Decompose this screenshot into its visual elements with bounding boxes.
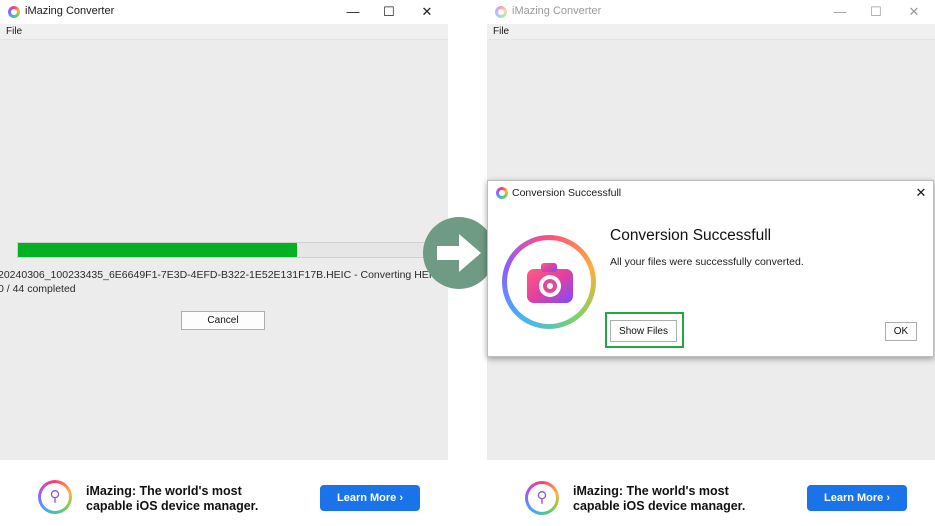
dialog-message: All your files were successfully convert… — [610, 256, 804, 268]
dialog-titlebar: Conversion Successfull ✕ — [488, 181, 933, 205]
learn-more-button[interactable]: Learn More › — [807, 485, 907, 511]
arrow-right-icon-glyph — [437, 234, 481, 272]
window-title: iMazing Converter — [512, 5, 602, 17]
learn-more-button[interactable]: Learn More › — [320, 485, 420, 511]
minimize-button[interactable]: — — [341, 3, 365, 21]
arrow-right-icon — [423, 217, 495, 289]
left-converter-window: iMazing Converter — ☐ ✕ File 20240306_10… — [0, 0, 448, 526]
cancel-button[interactable]: Cancel — [181, 311, 265, 330]
ad-line-1: iMazing: The world's most — [573, 484, 729, 498]
titlebar: iMazing Converter — ☐ ✕ — [0, 0, 448, 24]
ad-banner: ⚲ iMazing: The world's most capable iOS … — [487, 460, 935, 526]
close-button[interactable]: ✕ — [902, 3, 926, 21]
window-title: iMazing Converter — [25, 5, 115, 17]
imazing-logo: ⚲ — [525, 481, 559, 515]
ok-button[interactable]: OK — [885, 322, 917, 341]
progress-fill — [18, 243, 298, 257]
current-file-status: 20240306_100233435_6E6649F1-7E3D-4EFD-B3… — [0, 269, 440, 281]
ad-tagline: iMazing: The world's most capable iOS de… — [573, 484, 745, 514]
ad-tagline: iMazing: The world's most capable iOS de… — [86, 484, 258, 514]
camera-icon — [527, 263, 573, 303]
menu-file[interactable]: File — [493, 26, 509, 37]
completed-count: 0 / 44 completed — [0, 283, 76, 295]
imazing-app-icon — [8, 6, 20, 18]
conversion-progress-bar — [17, 242, 442, 258]
converter-content: 20240306_100233435_6E6649F1-7E3D-4EFD-B3… — [0, 40, 448, 460]
ad-line-2: capable iOS device manager. — [86, 499, 259, 513]
ad-line-2: capable iOS device manager. — [573, 499, 746, 513]
menu-bar: File — [0, 24, 448, 40]
minimize-button[interactable]: — — [828, 3, 852, 21]
menu-file[interactable]: File — [6, 26, 22, 37]
maximize-button[interactable]: ☐ — [864, 3, 888, 21]
imazing-converter-logo — [502, 235, 596, 329]
close-button[interactable]: ✕ — [415, 3, 439, 21]
conversion-success-dialog: Conversion Successfull ✕ Conversion Succ… — [487, 180, 934, 357]
usb-icon: ⚲ — [536, 489, 548, 506]
menu-bar: File — [487, 24, 935, 40]
dialog-close-button[interactable]: ✕ — [911, 184, 931, 202]
dialog-heading: Conversion Successfull — [610, 227, 772, 244]
imazing-app-icon — [496, 187, 508, 199]
imazing-app-icon — [495, 6, 507, 18]
ad-banner: ⚲ iMazing: The world's most capable iOS … — [0, 460, 448, 526]
imazing-logo: ⚲ — [38, 480, 72, 514]
show-files-button[interactable]: Show Files — [610, 320, 677, 342]
titlebar: iMazing Converter — ☐ ✕ — [487, 0, 935, 24]
maximize-button[interactable]: ☐ — [377, 3, 401, 21]
dialog-title: Conversion Successfull — [512, 187, 622, 199]
usb-icon: ⚲ — [49, 488, 61, 505]
ad-line-1: iMazing: The world's most — [86, 484, 242, 498]
